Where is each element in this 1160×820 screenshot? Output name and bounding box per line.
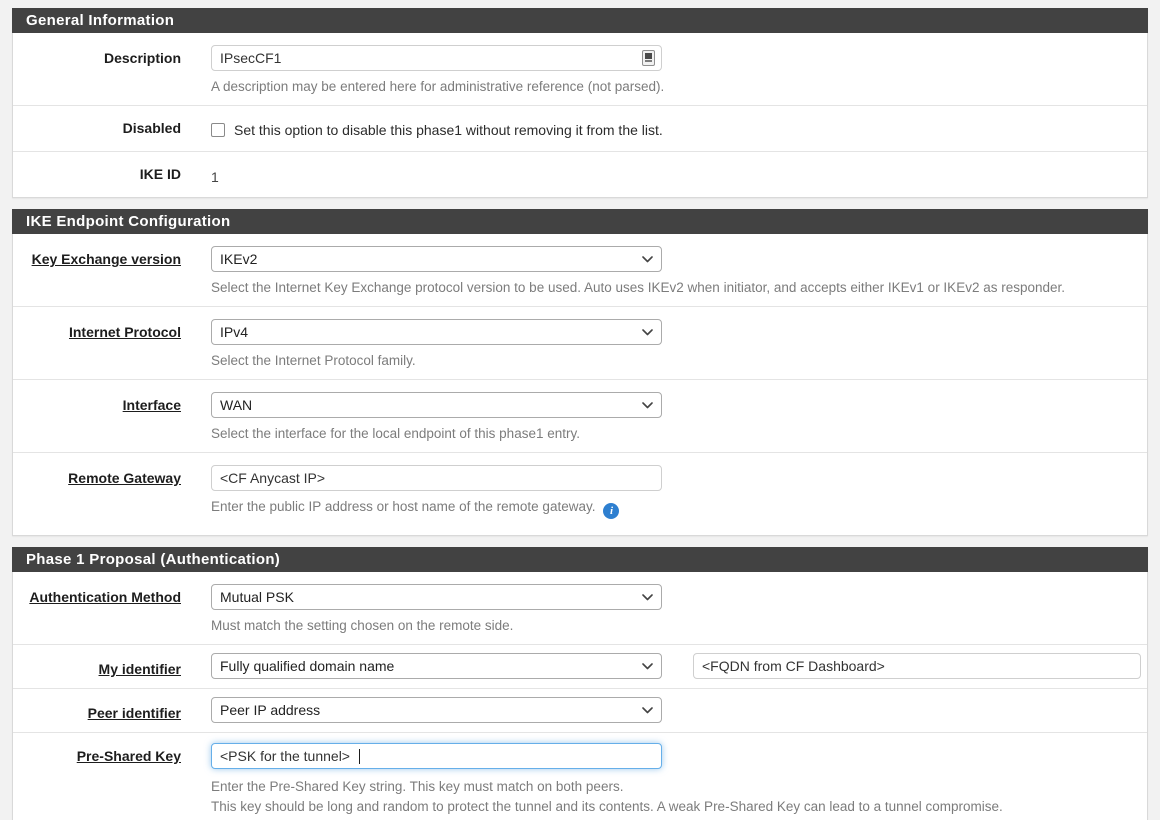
form-row-remote-gateway: Remote Gateway Enter the public IP addre… bbox=[13, 452, 1147, 535]
key-exchange-version-help: Select the Internet Key Exchange protoco… bbox=[211, 278, 1141, 298]
field-label-disabled: Disabled bbox=[13, 106, 211, 136]
text-cursor bbox=[359, 749, 360, 764]
form-row-peer-identifier: Peer identifier Peer IP address bbox=[13, 688, 1147, 732]
chevron-down-icon bbox=[642, 329, 653, 336]
info-icon[interactable]: i bbox=[603, 503, 619, 519]
description-input[interactable] bbox=[211, 45, 662, 71]
peer-identifier-type-select[interactable]: Peer IP address bbox=[211, 697, 662, 723]
remote-gateway-help: Enter the public IP address or host name… bbox=[211, 497, 1141, 519]
form-row-ike-id: IKE ID 1 bbox=[13, 151, 1147, 197]
form-row-authentication-method: Authentication Method Mutual PSK Must ma… bbox=[13, 572, 1147, 644]
field-label-interface: Interface bbox=[13, 380, 211, 413]
interface-value: WAN bbox=[212, 393, 661, 417]
pre-shared-key-help-line2: This key should be long and random to pr… bbox=[211, 797, 1141, 817]
remote-gateway-input[interactable] bbox=[211, 465, 662, 491]
authentication-method-value: Mutual PSK bbox=[212, 585, 661, 609]
pre-shared-key-help-line1: Enter the Pre-Shared Key string. This ke… bbox=[211, 777, 1141, 797]
field-label-remote-gateway: Remote Gateway bbox=[13, 453, 211, 486]
field-label-description: Description bbox=[13, 33, 211, 66]
page: General Information Description A descri… bbox=[0, 0, 1160, 820]
key-exchange-version-value: IKEv2 bbox=[212, 247, 661, 271]
field-label-peer-identifier: Peer identifier bbox=[13, 689, 211, 721]
key-exchange-version-select[interactable]: IKEv2 bbox=[211, 246, 662, 272]
chevron-down-icon bbox=[642, 402, 653, 409]
my-identifier-type-value: Fully qualified domain name bbox=[212, 654, 661, 678]
form-row-interface: Interface WAN Select the interface for t… bbox=[13, 379, 1147, 452]
my-identifier-value-input[interactable] bbox=[693, 653, 1141, 679]
peer-identifier-type-value: Peer IP address bbox=[212, 698, 661, 722]
chevron-down-icon bbox=[642, 707, 653, 714]
panel-title: IKE Endpoint Configuration bbox=[12, 209, 1148, 234]
disabled-checkbox-label: Set this option to disable this phase1 w… bbox=[234, 121, 663, 139]
field-label-my-identifier: My identifier bbox=[13, 645, 211, 677]
internet-protocol-value: IPv4 bbox=[212, 320, 661, 344]
autofill-icon[interactable] bbox=[642, 50, 655, 66]
form-row-my-identifier: My identifier Fully qualified domain nam… bbox=[13, 644, 1147, 688]
field-label-authentication-method: Authentication Method bbox=[13, 572, 211, 605]
disabled-checkbox[interactable] bbox=[211, 123, 225, 137]
interface-select[interactable]: WAN bbox=[211, 392, 662, 418]
form-row-description: Description A description may be entered… bbox=[13, 33, 1147, 105]
chevron-down-icon bbox=[642, 256, 653, 263]
authentication-method-help: Must match the setting chosen on the rem… bbox=[211, 616, 1141, 636]
panel-phase1-proposal-authentication: Phase 1 Proposal (Authentication) Authen… bbox=[12, 547, 1148, 820]
field-label-key-exchange-version: Key Exchange version bbox=[13, 234, 211, 267]
chevron-down-icon bbox=[642, 594, 653, 601]
field-label-ike-id: IKE ID bbox=[13, 152, 211, 182]
panel-title: Phase 1 Proposal (Authentication) bbox=[12, 547, 1148, 572]
authentication-method-select[interactable]: Mutual PSK bbox=[211, 584, 662, 610]
description-help: A description may be entered here for ad… bbox=[211, 77, 1141, 97]
chevron-down-icon bbox=[642, 663, 653, 670]
internet-protocol-select[interactable]: IPv4 bbox=[211, 319, 662, 345]
form-row-internet-protocol: Internet Protocol IPv4 Select the Intern… bbox=[13, 306, 1147, 379]
field-label-pre-shared-key: Pre-Shared Key bbox=[13, 733, 211, 764]
panel-title: General Information bbox=[12, 8, 1148, 33]
interface-help: Select the interface for the local endpo… bbox=[211, 424, 1141, 444]
ike-id-value: 1 bbox=[211, 164, 1141, 185]
panel-general-information: General Information Description A descri… bbox=[12, 8, 1148, 198]
form-row-key-exchange-version: Key Exchange version IKEv2 Select the In… bbox=[13, 234, 1147, 306]
my-identifier-type-select[interactable]: Fully qualified domain name bbox=[211, 653, 662, 679]
internet-protocol-help: Select the Internet Protocol family. bbox=[211, 351, 1141, 371]
panel-ike-endpoint-configuration: IKE Endpoint Configuration Key Exchange … bbox=[12, 209, 1148, 536]
field-label-internet-protocol: Internet Protocol bbox=[13, 307, 211, 340]
form-row-disabled: Disabled Set this option to disable this… bbox=[13, 105, 1147, 151]
form-row-pre-shared-key: Pre-Shared Key Enter the Pre-Shared Key … bbox=[13, 732, 1147, 820]
pre-shared-key-input[interactable] bbox=[211, 743, 662, 769]
